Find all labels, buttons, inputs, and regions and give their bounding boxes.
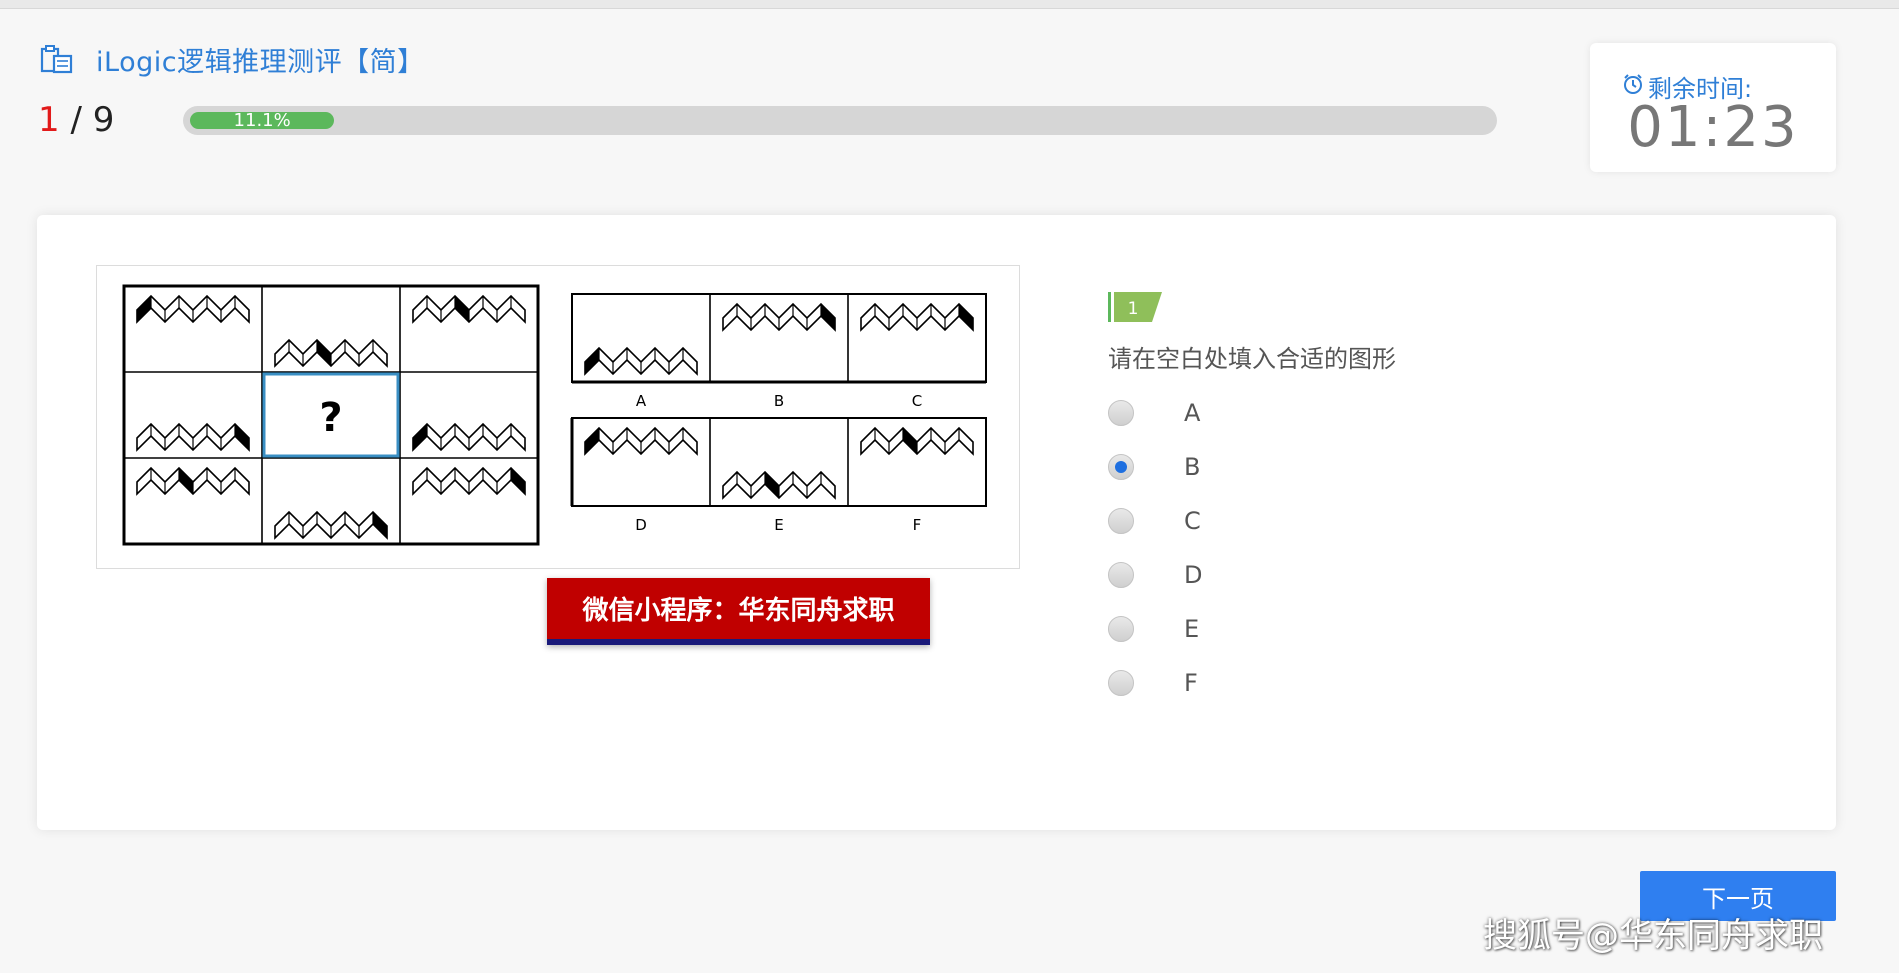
option-label: F — [1184, 669, 1198, 697]
option-d[interactable]: D — [1108, 561, 1202, 589]
total-questions: 9 — [92, 100, 115, 140]
option-label: D — [1184, 561, 1203, 589]
option-label: E — [1184, 615, 1200, 643]
option-c[interactable]: C — [1108, 507, 1201, 535]
puzzle-option-label-a: A — [636, 392, 647, 410]
radio-button[interactable] — [1108, 616, 1134, 642]
watermark: 搜狐号@华东同舟求职 — [1483, 916, 1823, 956]
promo-banner-bar — [547, 639, 930, 645]
progress-fill: 11.1% — [190, 110, 335, 131]
radio-button-selected[interactable] — [1108, 454, 1134, 480]
clipboard-icon — [40, 44, 74, 75]
top-border — [0, 0, 1899, 9]
puzzle-figure: ? A B C D E F — [122, 284, 987, 546]
counter-separator: / — [59, 100, 93, 140]
question-mark: ? — [319, 395, 342, 441]
progress-bar: 11.1% — [183, 106, 1497, 135]
header: iLogic逻辑推理测评【简】 — [40, 40, 425, 79]
timer-panel: 剩余时间: 01:23 — [1590, 43, 1836, 172]
puzzle-option-label-c: C — [912, 392, 922, 410]
option-e[interactable]: E — [1108, 615, 1199, 643]
question-card: ? A B C D E F 1 请在空白处填入合适的图形 A B C D E F — [37, 215, 1836, 830]
promo-banner: 微信小程序：华东同舟求职 — [547, 578, 930, 645]
puzzle-option-label-d: D — [635, 516, 647, 534]
option-label: C — [1184, 507, 1201, 535]
radio-button[interactable] — [1108, 508, 1134, 534]
puzzle-option-label-b: B — [774, 392, 784, 410]
puzzle-option-label-f: F — [913, 516, 922, 534]
timer-value: 01:23 — [1627, 95, 1799, 160]
question-number-badge: 1 — [1108, 291, 1162, 327]
radio-button[interactable] — [1108, 562, 1134, 588]
option-label: A — [1184, 399, 1201, 427]
option-b[interactable]: B — [1108, 453, 1200, 481]
promo-banner-text: 微信小程序：华东同舟求职 — [582, 596, 895, 626]
puzzle-option-label-e: E — [774, 516, 783, 534]
question-text: 请在空白处填入合适的图形 — [1108, 345, 1396, 373]
current-question-number: 1 — [38, 100, 60, 140]
option-label: B — [1184, 453, 1201, 481]
question-number: 1 — [1128, 299, 1139, 319]
option-a[interactable]: A — [1108, 399, 1200, 427]
radio-button[interactable] — [1108, 400, 1134, 426]
question-counter: 1 / 9 — [38, 100, 114, 140]
puzzle-image: ? A B C D E F — [96, 265, 1020, 569]
page-title: iLogic逻辑推理测评【简】 — [96, 47, 425, 78]
progress-percent: 11.1% — [233, 110, 291, 131]
option-f[interactable]: F — [1108, 669, 1198, 697]
radio-button[interactable] — [1108, 670, 1134, 696]
